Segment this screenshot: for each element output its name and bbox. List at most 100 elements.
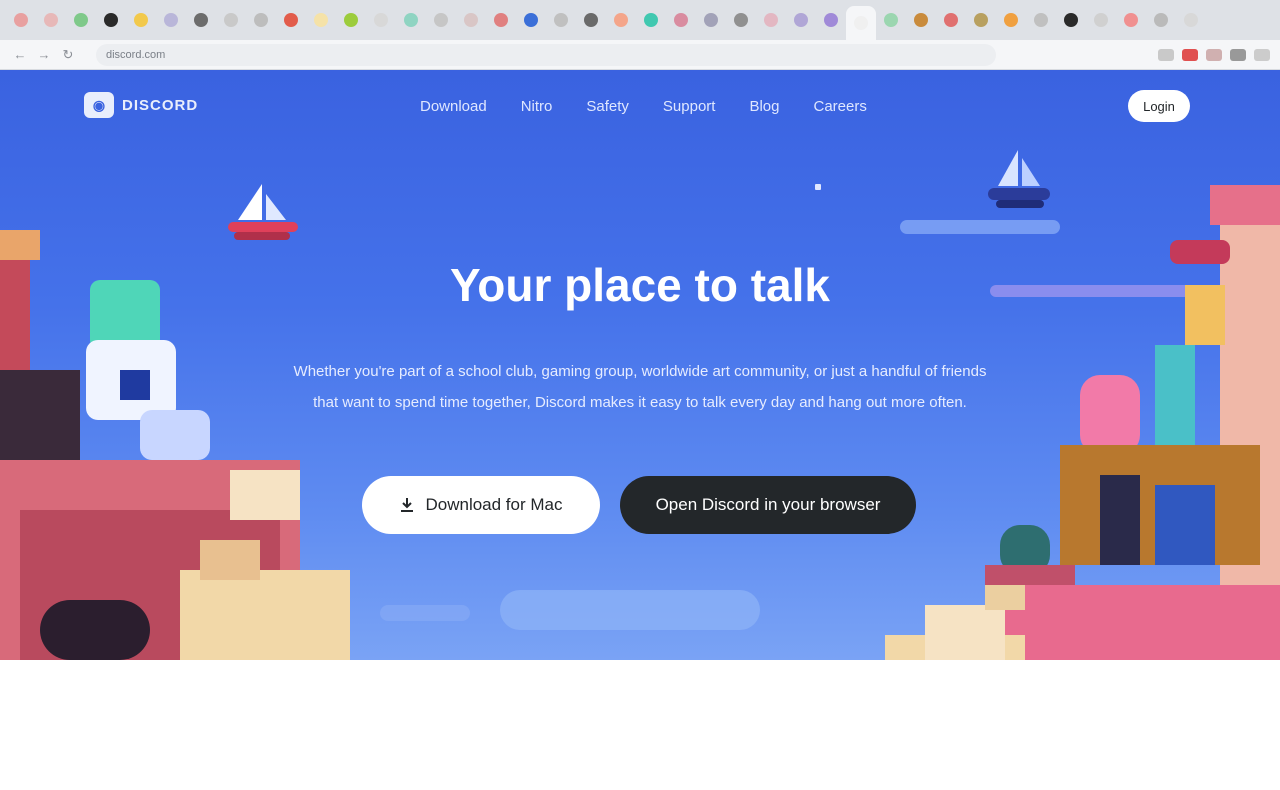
browser-tab-strip [0,0,1280,40]
open-in-browser-label: Open Discord in your browser [655,495,881,514]
browser-tab[interactable] [576,5,606,35]
tab-favicon-icon [14,13,28,27]
browser-tab[interactable] [636,5,666,35]
address-bar-url: discord.com [106,48,166,61]
back-arrow-icon[interactable]: ← [10,45,30,65]
browser-tab[interactable] [126,5,156,35]
tab-favicon-icon [254,13,268,27]
tab-favicon-icon [74,13,88,27]
tab-favicon-icon [974,13,988,27]
star-decoration [815,184,821,190]
right-scenery-illustration [885,185,1280,660]
browser-tab[interactable] [1026,5,1056,35]
browser-tab[interactable] [156,5,186,35]
extension-icon[interactable] [1182,48,1198,61]
browser-tab[interactable] [396,5,426,35]
tab-favicon-icon [104,13,118,27]
extension-icon[interactable] [1254,48,1270,61]
nav-link-safety[interactable]: Safety [586,98,629,115]
nav-link-download[interactable]: Download [420,98,487,115]
hero-subtitle: Whether you're part of a school club, ga… [293,363,987,411]
tab-favicon-icon [704,13,718,27]
browser-tab[interactable] [546,5,576,35]
cloud-decoration [380,605,470,621]
forward-arrow-icon[interactable]: → [34,45,54,65]
browser-tab[interactable] [606,5,636,35]
extension-icon[interactable] [1206,48,1222,61]
cloud-decoration [500,590,760,630]
tab-favicon-icon [584,13,598,27]
logo-text: DISCORD [122,96,199,114]
browser-tab[interactable] [96,5,126,35]
browser-tab[interactable] [366,5,396,35]
nav-link-blog[interactable]: Blog [749,98,779,115]
site-header: ◉ DISCORD Download Nitro Safety Support … [0,88,1280,128]
login-button[interactable]: Login [1128,90,1190,122]
nav-link-nitro[interactable]: Nitro [521,98,553,115]
tab-favicon-icon [374,13,388,27]
tab-favicon-icon [1004,13,1018,27]
download-button[interactable]: Download for Mac [362,476,600,534]
tab-favicon-icon [224,13,238,27]
browser-tab[interactable] [66,5,96,35]
open-in-browser-button[interactable]: Open Discord in your browser [620,476,916,534]
browser-tab[interactable] [486,5,516,35]
browser-tab[interactable] [936,5,966,35]
tab-favicon-icon [1154,13,1168,27]
browser-tab[interactable] [876,5,906,35]
download-button-label: Download for Mac [425,495,563,514]
site-logo[interactable]: ◉ DISCORD [84,92,198,118]
browser-tab[interactable] [846,6,876,40]
tab-favicon-icon [674,13,688,27]
browser-tab[interactable] [696,5,726,35]
nav-link-support[interactable]: Support [663,98,716,115]
browser-tab[interactable] [1056,5,1086,35]
tab-favicon-icon [194,13,208,27]
tab-favicon-icon [284,13,298,27]
browser-tab[interactable] [666,5,696,35]
address-bar[interactable]: discord.com [96,43,996,66]
tab-favicon-icon [824,13,838,27]
browser-tab[interactable] [786,5,816,35]
tab-favicon-icon [1184,13,1198,27]
browser-tab[interactable] [426,5,456,35]
download-icon [401,498,414,512]
browser-tab[interactable] [6,5,36,35]
browser-tab[interactable] [276,5,306,35]
page-below-fold [0,660,1280,790]
browser-tab[interactable] [816,5,846,35]
tab-favicon-icon [464,13,478,27]
browser-tab[interactable] [906,5,936,35]
tab-favicon-icon [1124,13,1138,27]
browser-toolbar: ← → ↻ discord.com [0,40,1280,70]
reload-icon[interactable]: ↻ [58,45,78,65]
browser-tab[interactable] [996,5,1026,35]
tab-favicon-icon [164,13,178,27]
browser-tab[interactable] [336,5,366,35]
tab-favicon-icon [314,13,328,27]
tab-favicon-icon [494,13,508,27]
browser-tab[interactable] [756,5,786,35]
tab-favicon-icon [434,13,448,27]
browser-tab[interactable] [1176,5,1206,35]
browser-tab[interactable] [456,5,486,35]
tab-favicon-icon [404,13,418,27]
browser-tab[interactable] [216,5,246,35]
browser-tab[interactable] [726,5,756,35]
browser-tab[interactable] [36,5,66,35]
tab-favicon-icon [524,13,538,27]
extension-icon[interactable] [1158,48,1174,61]
browser-tab[interactable] [516,5,546,35]
tab-favicon-icon [44,13,58,27]
nav-link-careers[interactable]: Careers [814,98,867,115]
extension-icon[interactable] [1230,48,1246,61]
browser-tab[interactable] [186,5,216,35]
browser-tab[interactable] [1086,5,1116,35]
tab-favicon-icon [554,13,568,27]
browser-tab[interactable] [306,5,336,35]
browser-tab[interactable] [1146,5,1176,35]
site-nav: Download Nitro Safety Support Blog Caree… [420,98,867,115]
browser-tab[interactable] [246,5,276,35]
browser-tab[interactable] [966,5,996,35]
browser-tab[interactable] [1116,5,1146,35]
